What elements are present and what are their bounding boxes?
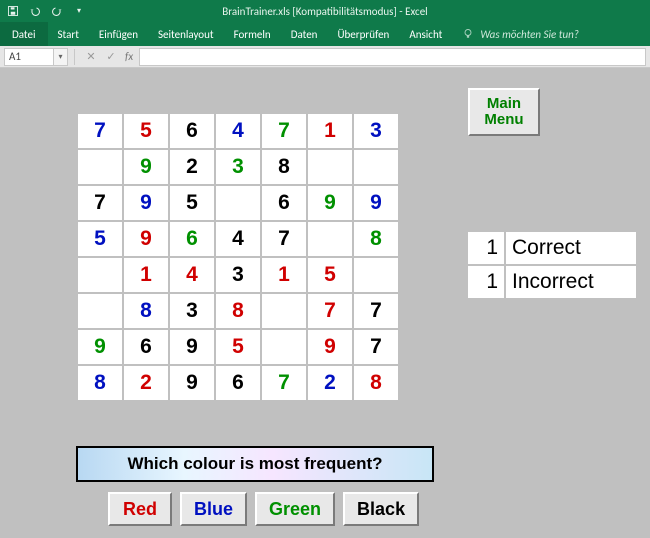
number-grid: 7564713923879569959647814315838779695978… — [78, 114, 398, 400]
name-box[interactable]: A1 — [4, 48, 54, 66]
save-icon[interactable] — [6, 4, 20, 18]
ribbon-tab-überprüfen[interactable]: Überprüfen — [327, 22, 399, 46]
grid-cell: 9 — [354, 186, 398, 220]
grid-cell: 6 — [216, 366, 260, 400]
grid-cell: 2 — [170, 150, 214, 184]
formula-bar: A1 ▾ ✕ ✓ fx — [0, 46, 650, 68]
grid-cell — [216, 186, 260, 220]
lightbulb-icon — [462, 28, 474, 40]
undo-icon[interactable] — [28, 4, 42, 18]
answer-red-button[interactable]: Red — [108, 492, 172, 526]
grid-cell: 7 — [262, 222, 306, 256]
ribbon-tabs: Datei StartEinfügenSeitenlayoutFormelnDa… — [0, 22, 650, 46]
enter-formula-icon[interactable]: ✓ — [103, 49, 119, 65]
grid-cell: 2 — [308, 366, 352, 400]
ribbon-tab-formeln[interactable]: Formeln — [224, 22, 281, 46]
grid-cell: 7 — [78, 186, 122, 220]
ribbon-tab-file[interactable]: Datei — [0, 22, 48, 46]
fx-icon[interactable]: fx — [125, 50, 133, 63]
cancel-formula-icon[interactable]: ✕ — [83, 49, 99, 65]
grid-cell: 5 — [308, 258, 352, 292]
ribbon-tab-start[interactable]: Start — [48, 22, 89, 46]
title-bar: ▾ BrainTrainer.xls [Kompatibilitätsmodus… — [0, 0, 650, 22]
score-panel: 1 Correct 1 Incorrect — [468, 232, 636, 298]
grid-cell: 9 — [78, 330, 122, 364]
answer-green-button[interactable]: Green — [255, 492, 335, 526]
grid-cell: 3 — [354, 114, 398, 148]
grid-cell: 8 — [262, 150, 306, 184]
grid-cell: 3 — [216, 258, 260, 292]
grid-cell: 2 — [124, 366, 168, 400]
grid-cell: 9 — [308, 186, 352, 220]
correct-count: 1 — [468, 232, 504, 264]
grid-cell: 7 — [354, 330, 398, 364]
grid-cell — [308, 150, 352, 184]
ribbon-tab-einfügen[interactable]: Einfügen — [89, 22, 148, 46]
grid-cell — [78, 294, 122, 328]
grid-cell: 5 — [216, 330, 260, 364]
answer-black-button[interactable]: Black — [343, 492, 419, 526]
grid-cell — [308, 222, 352, 256]
grid-cell: 6 — [262, 186, 306, 220]
ribbon-tab-seitenlayout[interactable]: Seitenlayout — [148, 22, 224, 46]
worksheet-area[interactable]: Main Menu 756471392387956995964781431583… — [0, 68, 650, 538]
grid-cell: 6 — [170, 114, 214, 148]
grid-cell — [78, 150, 122, 184]
quick-access-toolbar: ▾ — [0, 4, 86, 18]
grid-cell: 7 — [308, 294, 352, 328]
grid-cell: 7 — [262, 366, 306, 400]
grid-cell: 9 — [124, 150, 168, 184]
name-box-dropdown-icon[interactable]: ▾ — [54, 48, 68, 66]
grid-cell: 4 — [216, 222, 260, 256]
grid-cell: 5 — [78, 222, 122, 256]
grid-cell: 8 — [78, 366, 122, 400]
redo-icon[interactable] — [50, 4, 64, 18]
grid-cell: 9 — [308, 330, 352, 364]
incorrect-label: Incorrect — [506, 266, 636, 298]
answer-blue-button[interactable]: Blue — [180, 492, 247, 526]
grid-cell — [78, 258, 122, 292]
window-title: BrainTrainer.xls [Kompatibilitätsmodus] … — [0, 5, 650, 18]
main-menu-button[interactable]: Main Menu — [468, 88, 540, 136]
grid-cell: 4 — [216, 114, 260, 148]
grid-cell: 3 — [170, 294, 214, 328]
divider — [74, 49, 75, 65]
grid-cell: 1 — [262, 258, 306, 292]
grid-cell: 7 — [78, 114, 122, 148]
ribbon-tab-daten[interactable]: Daten — [281, 22, 328, 46]
grid-cell: 6 — [124, 330, 168, 364]
grid-cell: 6 — [170, 222, 214, 256]
grid-cell — [354, 258, 398, 292]
grid-cell: 1 — [308, 114, 352, 148]
grid-cell: 9 — [170, 366, 214, 400]
qat-dropdown-icon[interactable]: ▾ — [72, 4, 86, 18]
incorrect-count: 1 — [468, 266, 504, 298]
grid-cell: 8 — [354, 222, 398, 256]
grid-cell: 4 — [170, 258, 214, 292]
grid-cell: 8 — [216, 294, 260, 328]
question-box: Which colour is most frequent? — [76, 446, 434, 482]
grid-cell: 8 — [354, 366, 398, 400]
grid-cell — [262, 294, 306, 328]
main-menu-line2: Menu — [484, 111, 523, 128]
grid-cell: 5 — [170, 186, 214, 220]
main-menu-line1: Main — [487, 95, 521, 112]
tell-me-search[interactable]: Was möchten Sie tun? — [452, 22, 579, 46]
ribbon-tab-ansicht[interactable]: Ansicht — [399, 22, 452, 46]
grid-cell: 7 — [354, 294, 398, 328]
tell-me-placeholder: Was möchten Sie tun? — [480, 28, 579, 41]
grid-cell — [354, 150, 398, 184]
answer-buttons: RedBlueGreenBlack — [108, 492, 419, 526]
grid-cell: 1 — [124, 258, 168, 292]
grid-cell: 5 — [124, 114, 168, 148]
grid-cell: 7 — [262, 114, 306, 148]
grid-cell: 9 — [124, 186, 168, 220]
correct-label: Correct — [506, 232, 636, 264]
grid-cell: 9 — [124, 222, 168, 256]
formula-input[interactable] — [139, 48, 646, 66]
grid-cell: 8 — [124, 294, 168, 328]
grid-cell — [262, 330, 306, 364]
grid-cell: 9 — [170, 330, 214, 364]
grid-cell: 3 — [216, 150, 260, 184]
